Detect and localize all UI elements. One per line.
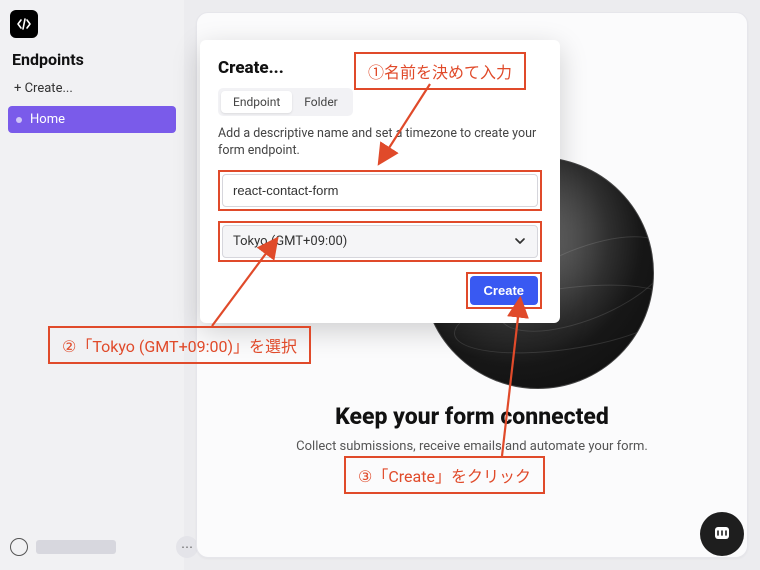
create-button-highlight: Create — [466, 272, 542, 309]
more-button[interactable]: ⋯ — [176, 536, 198, 558]
endpoint-name-input[interactable] — [222, 174, 538, 207]
chat-icon — [711, 523, 733, 545]
page-title: Keep your form connected — [197, 403, 747, 430]
timezone-field-highlight: Tokyo (GMT+09:00) — [218, 221, 542, 262]
tab-endpoint[interactable]: Endpoint — [221, 91, 292, 113]
intercom-chat-button[interactable] — [700, 512, 744, 556]
timezone-select[interactable]: Tokyo (GMT+09:00) — [222, 225, 538, 258]
sidebar-title: Endpoints — [12, 50, 176, 69]
dot-icon — [16, 117, 22, 123]
sidebar-home-label: Home — [30, 112, 65, 127]
app-logo — [10, 10, 38, 38]
name-field-highlight — [218, 170, 542, 211]
create-button[interactable]: Create — [470, 276, 538, 305]
timezone-value: Tokyo (GMT+09:00) — [233, 234, 347, 249]
annotation-3: ③「Create」をクリック — [344, 456, 545, 494]
tab-folder[interactable]: Folder — [292, 91, 349, 113]
logo-icon — [16, 16, 32, 32]
page-subtitle: Collect submissions, receive emails and … — [197, 439, 747, 454]
sidebar-item-home[interactable]: Home — [8, 106, 176, 133]
sidebar-footer: ⋯ — [10, 536, 198, 558]
user-placeholder — [36, 540, 116, 554]
feedback-icon[interactable] — [10, 538, 28, 556]
sidebar: Endpoints + Create... Home ⋯ — [0, 0, 184, 570]
modal-help-text: Add a descriptive name and set a timezon… — [218, 126, 542, 160]
annotation-1: ①名前を決めて入力 — [354, 52, 526, 90]
chevron-down-icon — [513, 234, 527, 248]
annotation-2: ②「Tokyo (GMT+09:00)」を選択 — [48, 326, 311, 364]
sidebar-create-button[interactable]: + Create... — [8, 77, 176, 100]
modal-tabs: Endpoint Folder — [218, 88, 353, 116]
